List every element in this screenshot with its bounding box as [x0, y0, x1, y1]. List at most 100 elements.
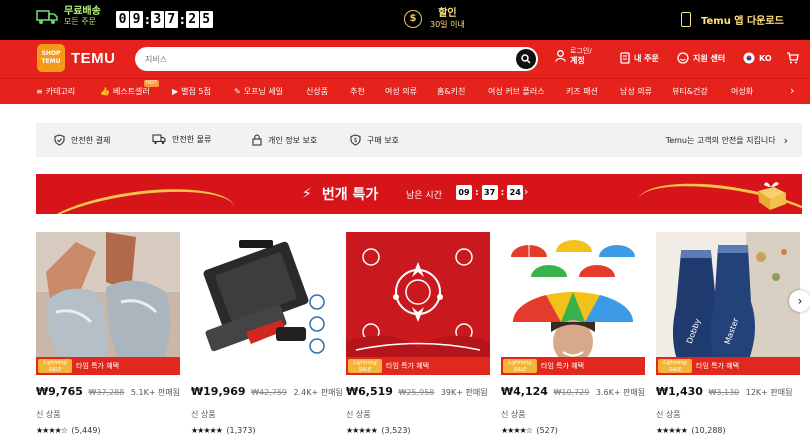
category-item-opening-sale[interactable]: ✎ 오프닝 세일	[234, 86, 283, 97]
product-price-row: ₩4,124 ₩10,729 3.6K+ 판매됨	[501, 385, 645, 398]
safety-item-payment[interactable]: 안전한 결제	[54, 134, 110, 146]
category-item-bestsellers[interactable]: 👍 베스트셀러	[100, 86, 150, 97]
countdown-digit: 7	[164, 11, 178, 28]
lightning-deal-banner[interactable]: ⚡ 번개 특가 남은 시간 09 : 37 : 24 ›	[36, 174, 802, 214]
countdown-timer: 0 9 : 3 7 : 2 5	[116, 11, 214, 28]
review-count: (10,288)	[691, 426, 726, 435]
category-label: 여성화	[731, 87, 754, 96]
language-selector[interactable]: KO	[743, 52, 772, 64]
category-label: 남성 의류	[620, 87, 652, 96]
tag-icon: ✎	[234, 87, 241, 96]
category-label: 베스트셀러	[112, 87, 150, 96]
current-price: ₩4,124	[501, 385, 548, 398]
star-rating-icon: ★★★★☆	[501, 426, 533, 435]
product-rating: ★★★★★ (10,288)	[656, 426, 726, 435]
free-shipping-banner[interactable]: 무료배송 모든 주문	[36, 7, 101, 27]
account-login-button[interactable]: 로그인/ 계정	[555, 47, 592, 65]
product-condition: 신 상품	[191, 410, 216, 419]
product-rating: ★★★★☆ (527)	[501, 426, 558, 435]
thumbs-up-icon: 👍	[100, 87, 110, 96]
category-item-five-star[interactable]: ▶ 별점 5점	[172, 86, 211, 97]
original-price: ₩42,759	[251, 388, 287, 397]
search-bar[interactable]	[135, 47, 538, 71]
price-adjust-sub: 30일 이내	[430, 20, 465, 29]
price-adjust-banner[interactable]: $ 할인 30일 이내	[404, 8, 465, 30]
deal-minutes: 37	[481, 185, 498, 200]
cart-button[interactable]	[786, 52, 803, 64]
category-label: 오프닝 세일	[243, 87, 284, 96]
safety-label: 안전한 결제	[71, 135, 111, 145]
original-price: ₩3,130	[708, 388, 740, 397]
app-download-link[interactable]: Temu 앱 다운로드	[681, 12, 784, 27]
safety-item-privacy[interactable]: 개인 정보 보호	[252, 134, 317, 146]
product-price-row: ₩6,519 ₩25,958 39K+ 판매됨	[346, 385, 488, 398]
product-card[interactable]: Dobby Master Lightning SALE 타임 특가 혜택 ₩1,…	[656, 232, 800, 442]
product-card[interactable]: Lightning SALE 타임 특가 혜택 ₩6,519 ₩25,958 3…	[346, 232, 490, 442]
category-item-mens[interactable]: 남성 의류	[620, 86, 652, 97]
chevron-right-icon[interactable]: ›	[524, 185, 528, 198]
support-center-button[interactable]: 지원 센터	[677, 52, 725, 64]
category-item-recommended[interactable]: 추천	[350, 86, 365, 97]
product-image-umbrella-hat[interactable]	[501, 232, 645, 375]
deal-time-left-label: 남은 시간	[406, 191, 442, 201]
review-count: (527)	[536, 426, 558, 435]
category-item-womens-shoes[interactable]: 여성화	[731, 86, 753, 97]
products-next-button[interactable]: ›	[789, 290, 810, 312]
review-count: (5,449)	[71, 426, 101, 435]
free-shipping-title: 무료배송	[64, 6, 101, 17]
original-price: ₩10,729	[553, 388, 590, 397]
ribbon-decoration	[36, 178, 240, 214]
current-price: ₩6,519	[346, 385, 393, 398]
category-next-chevron-icon[interactable]: ›	[790, 84, 794, 97]
lightning-deal-badge: Lightning SALE 타임 특가 혜택	[501, 357, 645, 375]
safety-label: 안전한 물류	[172, 135, 212, 144]
search-button[interactable]	[516, 49, 536, 69]
phone-icon	[681, 12, 691, 27]
product-image-bandana[interactable]	[346, 232, 490, 375]
promo-topbar: 무료배송 모든 주문 0 9 : 3 7 : 2 5 $ 할인 30일 이내 T…	[0, 0, 810, 40]
category-label: 여성 커브 플러스	[488, 87, 545, 96]
category-item-new[interactable]: 신상품	[306, 86, 328, 97]
safety-info-label: Temu는 고객의 안전을 지킵니다	[665, 136, 776, 145]
safety-item-logistics[interactable]: 안전한 물류	[152, 134, 211, 145]
chevron-right-icon: ›	[797, 294, 803, 308]
product-condition: 신 상품	[36, 410, 61, 419]
my-orders-label: 내 주문	[634, 53, 659, 63]
cart-icon	[787, 52, 799, 64]
product-card[interactable]: Lightning SALE 타임 특가 혜택 ₩4,124 ₩10,729 3…	[501, 232, 645, 442]
category-item-all[interactable]: ≡ 카테고리	[36, 86, 75, 97]
product-card[interactable]: ₩19,969 ₩42,759 2.4K+ 판매됨 신 상품 ★★★★★ (1,…	[191, 232, 343, 442]
sold-count: 3.6K+ 판매됨	[595, 388, 646, 397]
category-item-curve-plus[interactable]: 여성 커브 플러스	[488, 86, 545, 97]
product-rating: ★★★★★ (3,523)	[346, 426, 411, 435]
shield-check-icon	[54, 134, 65, 146]
product-image-screwdriver-set[interactable]	[191, 232, 335, 375]
lightning-sale-tag: Lightning SALE	[348, 359, 382, 373]
category-item-beauty[interactable]: 뷰티&건강	[672, 86, 708, 97]
category-label: 추천	[350, 87, 365, 96]
category-item-home-kitchen[interactable]: 홈&키친	[437, 86, 465, 97]
truck-icon	[36, 10, 58, 24]
badge-label: 타임 특가 혜택	[696, 362, 740, 370]
brand-name[interactable]: TEMU	[71, 50, 116, 67]
category-item-kids[interactable]: 키즈 패션	[566, 86, 598, 97]
search-icon	[521, 54, 531, 64]
product-price-row: ₩9,765 ₩37,288 5.1K+ 판매됨	[36, 385, 180, 398]
temu-logo[interactable]: SHOP TEMU	[37, 44, 65, 72]
product-card[interactable]: Lightning SALE 타임 특가 혜택 ₩9,765 ₩37,288 5…	[36, 232, 180, 442]
product-condition: 신 상품	[501, 410, 526, 419]
product-image-shoes[interactable]	[36, 232, 180, 375]
countdown-digit: 2	[185, 11, 199, 28]
sold-count: 39K+ 판매됨	[440, 388, 488, 397]
sold-count: 12K+ 판매됨	[745, 388, 793, 397]
safety-info-link[interactable]: Temu는 고객의 안전을 지킵니다 ›	[666, 134, 788, 147]
deal-countdown: 09 : 37 : 24	[456, 185, 524, 200]
safety-item-purchase[interactable]: $ 구매 보호	[350, 134, 399, 146]
lightning-sale-tag: Lightning SALE	[38, 359, 72, 373]
product-image-socks[interactable]: Dobby Master	[656, 232, 800, 375]
category-item-womens[interactable]: 여성 의류	[385, 86, 417, 97]
my-orders-button[interactable]: 내 주문	[620, 52, 659, 64]
search-input[interactable]	[145, 52, 505, 66]
menu-icon: ≡	[36, 87, 43, 96]
current-price: ₩1,430	[656, 385, 703, 398]
